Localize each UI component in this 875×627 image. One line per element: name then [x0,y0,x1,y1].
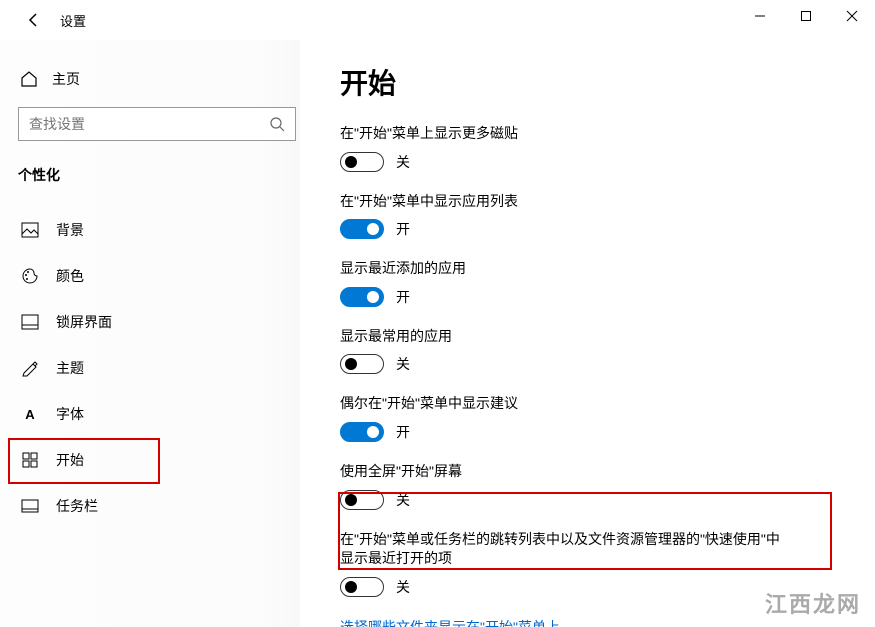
toggle-state: 关 [396,152,410,172]
sidebar-item-label: 字体 [56,404,84,424]
content-area: 开始 在"开始"菜单上显示更多磁贴 关 在"开始"菜单中显示应用列表 开 显示最… [300,40,875,627]
page-title: 开始 [340,62,847,102]
setting-label: 在"开始"菜单或任务栏的跳转列表中以及文件资源管理器的"快速使用"中显示最近打开… [340,530,780,569]
sidebar-item-label: 锁屏界面 [56,312,112,332]
sidebar-item-label: 主题 [56,358,84,378]
setting-label: 偶尔在"开始"菜单中显示建议 [340,394,847,414]
sidebar-item-label: 颜色 [56,266,84,286]
maximize-icon [800,10,812,22]
back-button[interactable] [22,8,46,32]
arrow-left-icon [26,12,42,28]
start-icon [20,452,40,468]
search-box[interactable] [18,107,296,141]
taskbar-icon [20,499,40,513]
close-button[interactable] [829,0,875,32]
search-icon [269,116,285,132]
palette-icon [20,267,40,285]
home-label: 主页 [52,69,80,89]
window-title: 设置 [60,11,86,30]
setting-label: 在"开始"菜单上显示更多磁贴 [340,124,847,144]
home-icon [20,70,38,88]
minimize-button[interactable] [737,0,783,32]
sidebar-item-background[interactable]: 背景 [18,207,300,253]
window-controls [737,0,875,32]
watermark: 江西龙网 [765,587,861,619]
toggle-app-list[interactable] [340,219,384,239]
toggle-recently-added[interactable] [340,287,384,307]
setting-label: 显示最常用的应用 [340,327,847,347]
home-link[interactable]: 主页 [18,65,300,107]
category-heading: 个性化 [18,157,300,207]
sidebar: 主页 个性化 背景 颜色 锁屏界面 [0,40,300,627]
close-icon [846,10,858,22]
toggle-more-tiles[interactable] [340,152,384,172]
sidebar-item-colors[interactable]: 颜色 [18,253,300,299]
search-input[interactable] [29,116,269,132]
picture-icon [20,222,40,238]
toggle-state: 关 [396,490,410,510]
theme-icon [20,359,40,377]
sidebar-item-lockscreen[interactable]: 锁屏界面 [18,299,300,345]
sidebar-item-themes[interactable]: 主题 [18,345,300,391]
toggle-state: 开 [396,422,410,442]
sidebar-item-label: 背景 [56,220,84,240]
sidebar-item-fonts[interactable]: A 字体 [18,391,300,437]
minimize-icon [754,10,766,22]
font-icon: A [20,407,40,422]
toggle-suggestions[interactable] [340,422,384,442]
setting-label: 显示最近添加的应用 [340,259,847,279]
sidebar-item-label: 任务栏 [56,496,98,516]
sidebar-item-label: 开始 [56,450,84,470]
toggle-state: 开 [396,287,410,307]
setting-label: 在"开始"菜单中显示应用列表 [340,192,847,212]
sidebar-item-start[interactable]: 开始 [18,437,300,483]
toggle-most-used[interactable] [340,354,384,374]
maximize-button[interactable] [783,0,829,32]
setting-label: 使用全屏"开始"屏幕 [340,462,847,482]
lockscreen-icon [20,314,40,330]
sidebar-item-taskbar[interactable]: 任务栏 [18,483,300,529]
toggle-fullscreen-start[interactable] [340,490,384,510]
toggle-state: 开 [396,219,410,239]
toggle-state: 关 [396,354,410,374]
toggle-state: 关 [396,577,410,597]
toggle-jump-list-recent[interactable] [340,577,384,597]
